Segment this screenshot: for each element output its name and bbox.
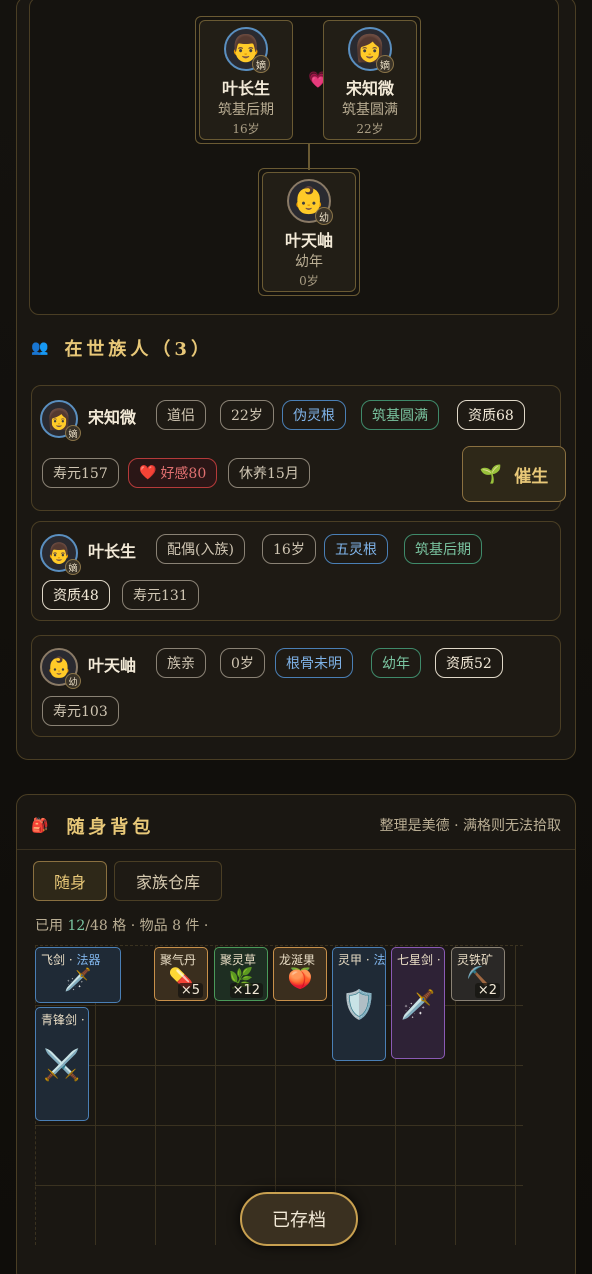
- lifespan-tag: 寿元131: [122, 580, 199, 610]
- status-badge: 幼: [315, 207, 333, 225]
- child-avatar: 👶 幼: [287, 179, 333, 225]
- item-qi-pill[interactable]: 聚气丹 💊 ×5: [154, 947, 208, 1001]
- member-name: 宋知微: [88, 408, 137, 427]
- lifespan-tag: 寿元103: [42, 696, 119, 726]
- tree-age: 22岁: [356, 122, 384, 136]
- divider: [17, 849, 575, 850]
- item-dragon-fruit[interactable]: 龙涎果 🍑: [273, 947, 327, 1001]
- tree-card-child[interactable]: 👶 幼 叶天岫 幼年 0岁: [262, 172, 356, 292]
- age-tag: 22岁: [220, 400, 274, 430]
- item-name: 青锋剑 ·: [41, 1013, 85, 1027]
- living-members-header: 👥 在世族人（3）: [31, 335, 213, 361]
- member-name: 叶长生: [88, 542, 137, 561]
- capacity-info: 已用 12/48 格 · 物品 8 件 ·: [35, 918, 209, 934]
- root-tag: 五灵根: [324, 534, 388, 564]
- affection-tag: ❤️ 好感80: [128, 458, 218, 488]
- member-card[interactable]: 👩 嫡 宋知微 道侣 22岁 伪灵根 筑基圆满 资质68 寿元157 ❤️ 好感…: [31, 385, 566, 511]
- member-card[interactable]: 👶 幼 叶天岫 族亲 0岁 根骨未明 幼年 资质52 寿元103: [31, 635, 561, 737]
- root-tag: 伪灵根: [282, 400, 346, 430]
- realm-tag: 幼年: [371, 648, 421, 678]
- item-spirit-armor[interactable]: 灵甲 · 法 🛡️: [332, 947, 386, 1061]
- lifespan-tag: 寿元157: [42, 458, 119, 488]
- bag-header: 🎒 随身背包: [31, 813, 154, 839]
- tree-realm: 筑基后期: [218, 102, 274, 118]
- root-tag: 根骨未明: [275, 648, 353, 678]
- tree-name: 宋知微: [345, 79, 394, 98]
- member-avatar: 👩 嫡: [40, 400, 81, 441]
- item-flying-sword[interactable]: 飞剑 · 法器 🗡️: [35, 947, 121, 1003]
- realm-tag: 筑基后期: [404, 534, 482, 564]
- item-spirit-herb[interactable]: 聚灵草 🌿 ×12: [214, 947, 268, 1001]
- aptitude-tag: 资质48: [42, 580, 110, 610]
- crossed-swords-icon: ⚔️: [43, 1048, 81, 1083]
- tree-age: 0岁: [299, 274, 319, 288]
- relation-tag: 族亲: [156, 648, 206, 678]
- tree-card-father[interactable]: 👨 嫡 叶长生 筑基后期 16岁: [199, 20, 293, 140]
- item-name: 七星剑 ·: [397, 953, 441, 967]
- member-card[interactable]: 👨 嫡 叶长生 配偶(入族) 16岁 五灵根 筑基后期 资质48 寿元131: [31, 521, 561, 621]
- mother-avatar: 👩 嫡: [348, 27, 394, 73]
- urge-birth-button[interactable]: 🌱 催生: [462, 446, 566, 502]
- section-title: 在世族人（3）: [64, 339, 213, 360]
- people-icon: 👥: [31, 340, 49, 356]
- item-name: 灵甲 · 法: [338, 953, 386, 967]
- game-screen: 👨 嫡 叶长生 筑基后期 16岁 💗 👩 嫡 宋知微 筑基圆满 22岁 👶 幼 …: [0, 0, 592, 1274]
- age-tag: 0岁: [220, 648, 265, 678]
- item-quantity: ×5: [177, 983, 203, 998]
- tree-age: 16岁: [232, 122, 260, 136]
- age-tag: 16岁: [262, 534, 316, 564]
- father-avatar: 👨 嫡: [224, 27, 270, 73]
- heart-icon: ❤️: [139, 465, 157, 481]
- tree-card-mother[interactable]: 👩 嫡 宋知微 筑基圆满 22岁: [323, 20, 417, 140]
- relation-tag: 配偶(入族): [156, 534, 245, 564]
- status-badge: 嫡: [65, 559, 81, 575]
- aptitude-tag: 资质68: [457, 400, 525, 430]
- peach-icon: 🍑: [287, 966, 313, 990]
- item-quantity: ×12: [229, 983, 263, 998]
- sword-icon: 🗡️: [64, 968, 92, 993]
- member-name: 叶天岫: [88, 656, 137, 675]
- item-name: 飞剑 · 法器: [41, 953, 101, 967]
- sprout-icon: 🌱: [479, 463, 503, 485]
- item-spirit-iron-ore[interactable]: 灵铁矿 ⛏️ ×2: [451, 947, 505, 1001]
- tree-name: 叶天岫: [284, 231, 333, 250]
- urge-label: 催生: [514, 466, 549, 487]
- saved-button[interactable]: 已存档: [240, 1192, 358, 1246]
- rest-tag: 休养15月: [228, 458, 310, 488]
- item-green-edge-sword[interactable]: 青锋剑 · ⚔️: [35, 1007, 89, 1121]
- member-avatar: 👶 幼: [40, 648, 81, 689]
- tree-connector: [308, 144, 310, 170]
- family-tree: 👨 嫡 叶长生 筑基后期 16岁 💗 👩 嫡 宋知微 筑基圆满 22岁 👶 幼 …: [29, 0, 559, 315]
- bag-title: 随身背包: [66, 817, 155, 838]
- realm-tag: 筑基圆满: [361, 400, 439, 430]
- member-avatar: 👨 嫡: [40, 534, 81, 575]
- status-badge: 嫡: [376, 55, 394, 73]
- item-quantity: ×2: [474, 983, 500, 998]
- item-seven-star-sword[interactable]: 七星剑 · 🗡️: [391, 947, 445, 1059]
- status-badge: 嫡: [252, 55, 270, 73]
- tree-realm: 幼年: [295, 254, 323, 270]
- tab-personal[interactable]: 随身: [33, 861, 107, 901]
- status-badge: 嫡: [65, 425, 81, 441]
- shield-icon: 🛡️: [341, 988, 377, 1021]
- tree-name: 叶长生: [221, 79, 270, 98]
- backpack-icon: 🎒: [31, 818, 49, 834]
- status-badge: 幼: [65, 673, 81, 689]
- dagger-icon: 🗡️: [400, 988, 436, 1021]
- tree-realm: 筑基圆满: [342, 102, 398, 118]
- aptitude-tag: 资质52: [435, 648, 503, 678]
- bag-hint: 整理是美德 · 满格则无法拾取: [379, 818, 561, 834]
- tab-family-storage[interactable]: 家族仓库: [114, 861, 222, 901]
- relation-tag: 道侣: [156, 400, 206, 430]
- family-panel: 👨 嫡 叶长生 筑基后期 16岁 💗 👩 嫡 宋知微 筑基圆满 22岁 👶 幼 …: [16, 0, 576, 760]
